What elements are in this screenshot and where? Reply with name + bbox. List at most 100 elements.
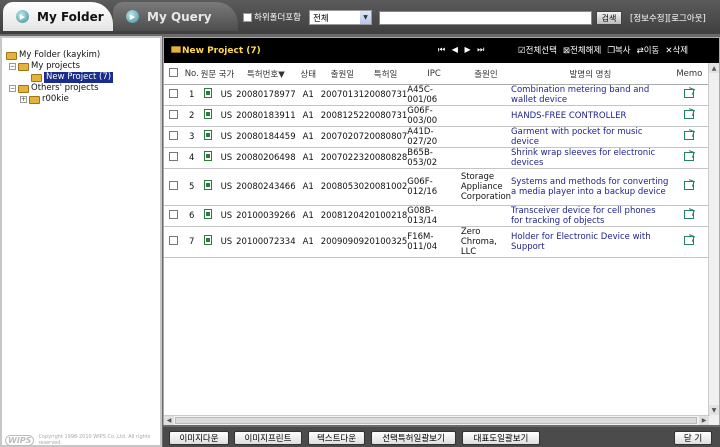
row-source[interactable]	[200, 105, 217, 127]
include-subfolders-checkbox[interactable]	[243, 12, 252, 22]
tree-my-projects[interactable]: − My projects	[6, 61, 113, 72]
row-select-checkbox[interactable]	[169, 109, 179, 119]
document-icon[interactable]	[204, 151, 213, 161]
table-row[interactable]: 6 US 20100039266 A1 20081204 20100218 G08B-013…	[164, 205, 709, 227]
row-checkbox[interactable]	[164, 205, 184, 227]
move-button[interactable]: ⇄이동	[637, 44, 660, 56]
header-checkbox[interactable]	[164, 65, 184, 85]
expand-icon[interactable]: +	[20, 96, 27, 103]
row-checkbox[interactable]	[164, 84, 184, 106]
memo-edit-icon[interactable]	[684, 235, 695, 245]
row-source[interactable]	[200, 126, 217, 148]
row-title[interactable]: Systems and methods for converting a med…	[511, 168, 670, 206]
row-source[interactable]	[200, 147, 217, 169]
table-row[interactable]: 3 US 20080184459 A1 20070207 20080807 A41D-027…	[164, 126, 709, 148]
row-checkbox[interactable]	[164, 226, 184, 258]
row-select-checkbox[interactable]	[169, 88, 179, 98]
select-all-button[interactable]: ☑전체선택	[518, 44, 557, 56]
row-title[interactable]: Garment with pocket for music device	[511, 126, 670, 148]
row-memo[interactable]	[669, 226, 709, 258]
row-source[interactable]	[200, 226, 217, 258]
row-checkbox[interactable]	[164, 168, 184, 206]
row-title[interactable]: Holder for Electronic Device with Suppor…	[511, 226, 670, 258]
document-icon[interactable]	[204, 88, 213, 98]
scroll-left-icon[interactable]: ◀	[164, 416, 174, 425]
table-row[interactable]: 1 US 20080178977 A1 20070131 20080731 A45C-001…	[164, 84, 709, 106]
memo-edit-icon[interactable]	[684, 180, 695, 190]
tab-my-query[interactable]: ▶ My Query	[113, 2, 238, 31]
tree-new-project[interactable]: New Project (7)	[6, 72, 114, 83]
text-download-button[interactable]: 텍스트다운	[308, 431, 365, 445]
row-select-checkbox[interactable]	[169, 151, 179, 161]
table-row[interactable]: 5 US 20080243466 A1 20080530 20081002 G06F-012…	[164, 168, 709, 206]
close-button[interactable]: 닫 기	[674, 431, 712, 445]
scrollbar-thumb[interactable]	[175, 417, 697, 424]
row-source[interactable]	[200, 84, 217, 106]
scroll-right-icon[interactable]: ▶	[699, 416, 709, 425]
document-icon[interactable]	[204, 109, 213, 119]
tree-root[interactable]: My Folder (kaykim)	[6, 50, 113, 61]
row-title[interactable]: Combination metering band and wallet dev…	[511, 84, 670, 106]
memo-edit-icon[interactable]	[684, 130, 695, 140]
row-title[interactable]: Transceiver device for cell phones for t…	[511, 205, 670, 227]
document-icon[interactable]	[204, 235, 213, 245]
row-issued-date: 20081002	[364, 168, 408, 206]
row-checkbox[interactable]	[164, 147, 184, 169]
collapse-icon[interactable]: −	[9, 63, 16, 70]
row-select-checkbox[interactable]	[169, 235, 179, 245]
delete-button[interactable]: ✕삭제	[665, 44, 688, 56]
row-title[interactable]: HANDS-FREE CONTROLLER	[511, 105, 670, 127]
row-title[interactable]: Shrink wrap sleeves for electronic devic…	[511, 147, 670, 169]
row-ipc: B65B-053/02	[407, 147, 461, 169]
scope-select[interactable]: 전체 ▼	[309, 10, 372, 25]
row-checkbox[interactable]	[164, 105, 184, 127]
scroll-up-icon[interactable]: ▲	[709, 63, 719, 73]
table-row[interactable]: 4 US 20080206498 A1 20070223 20080828 B65B-053…	[164, 147, 709, 169]
vertical-scrollbar[interactable]: ▲ ▼	[708, 63, 719, 425]
memo-edit-icon[interactable]	[684, 109, 695, 119]
pagination-nav[interactable]: ⏮ ◀ ▶ ⏭	[438, 45, 486, 55]
row-select-checkbox[interactable]	[169, 180, 179, 190]
row-select-checkbox[interactable]	[169, 130, 179, 140]
image-print-button[interactable]: 이미지프린트	[234, 431, 302, 445]
document-icon[interactable]	[204, 130, 213, 140]
image-download-button[interactable]: 이미지다운	[169, 431, 229, 445]
row-memo[interactable]	[669, 84, 709, 106]
memo-edit-icon[interactable]	[684, 88, 695, 98]
row-filed-date: 20080530	[320, 168, 365, 206]
document-icon[interactable]	[204, 180, 213, 190]
select-all-checkbox[interactable]	[169, 68, 179, 78]
row-memo[interactable]	[669, 126, 709, 148]
horizontal-scrollbar[interactable]: ◀ ▶	[164, 415, 710, 425]
subfolder-option[interactable]: 하위폴더포함	[243, 10, 301, 24]
logout-link[interactable]: [로그아웃]	[668, 14, 706, 24]
tree-root-label: My Folder (kaykim)	[19, 50, 101, 60]
row-source[interactable]	[200, 168, 217, 206]
search-button[interactable]: 검색	[596, 11, 622, 25]
row-memo[interactable]	[669, 168, 709, 206]
row-source[interactable]	[200, 205, 217, 227]
table-row[interactable]: 2 US 20080183911 A1 20081252 20080731 G06F-003…	[164, 105, 709, 127]
chevron-down-icon[interactable]: ▼	[360, 11, 371, 24]
tab-my-folder[interactable]: ▶ My Folder	[3, 2, 113, 31]
tree-user-r00kie[interactable]: + r00kie	[6, 94, 113, 105]
tree-others-projects[interactable]: − Others' projects	[6, 83, 113, 94]
collapse-icon[interactable]: −	[9, 85, 16, 92]
table-row[interactable]: 7 US 20100072334 A1 20090909 20100325 F16M-011…	[164, 226, 709, 258]
search-input[interactable]	[379, 11, 592, 25]
copy-button[interactable]: ❐복사	[607, 44, 630, 56]
selected-patents-view-button[interactable]: 선택특허일괄보기	[371, 431, 456, 445]
memo-edit-icon[interactable]	[684, 151, 695, 161]
header-patent-number[interactable]: 특허번호▼	[236, 65, 296, 85]
representative-drawings-button[interactable]: 대표도일괄보기	[462, 431, 540, 445]
edit-info-link[interactable]: [정보수정]	[630, 14, 668, 24]
row-checkbox[interactable]	[164, 126, 184, 148]
scroll-down-icon[interactable]: ▼	[709, 405, 719, 415]
row-memo[interactable]	[669, 147, 709, 169]
deselect-all-button[interactable]: ⊠전체해제	[563, 44, 601, 56]
row-select-checkbox[interactable]	[169, 209, 179, 219]
row-memo[interactable]	[669, 105, 709, 127]
memo-edit-icon[interactable]	[684, 209, 695, 219]
document-icon[interactable]	[204, 209, 213, 219]
row-memo[interactable]	[669, 205, 709, 227]
